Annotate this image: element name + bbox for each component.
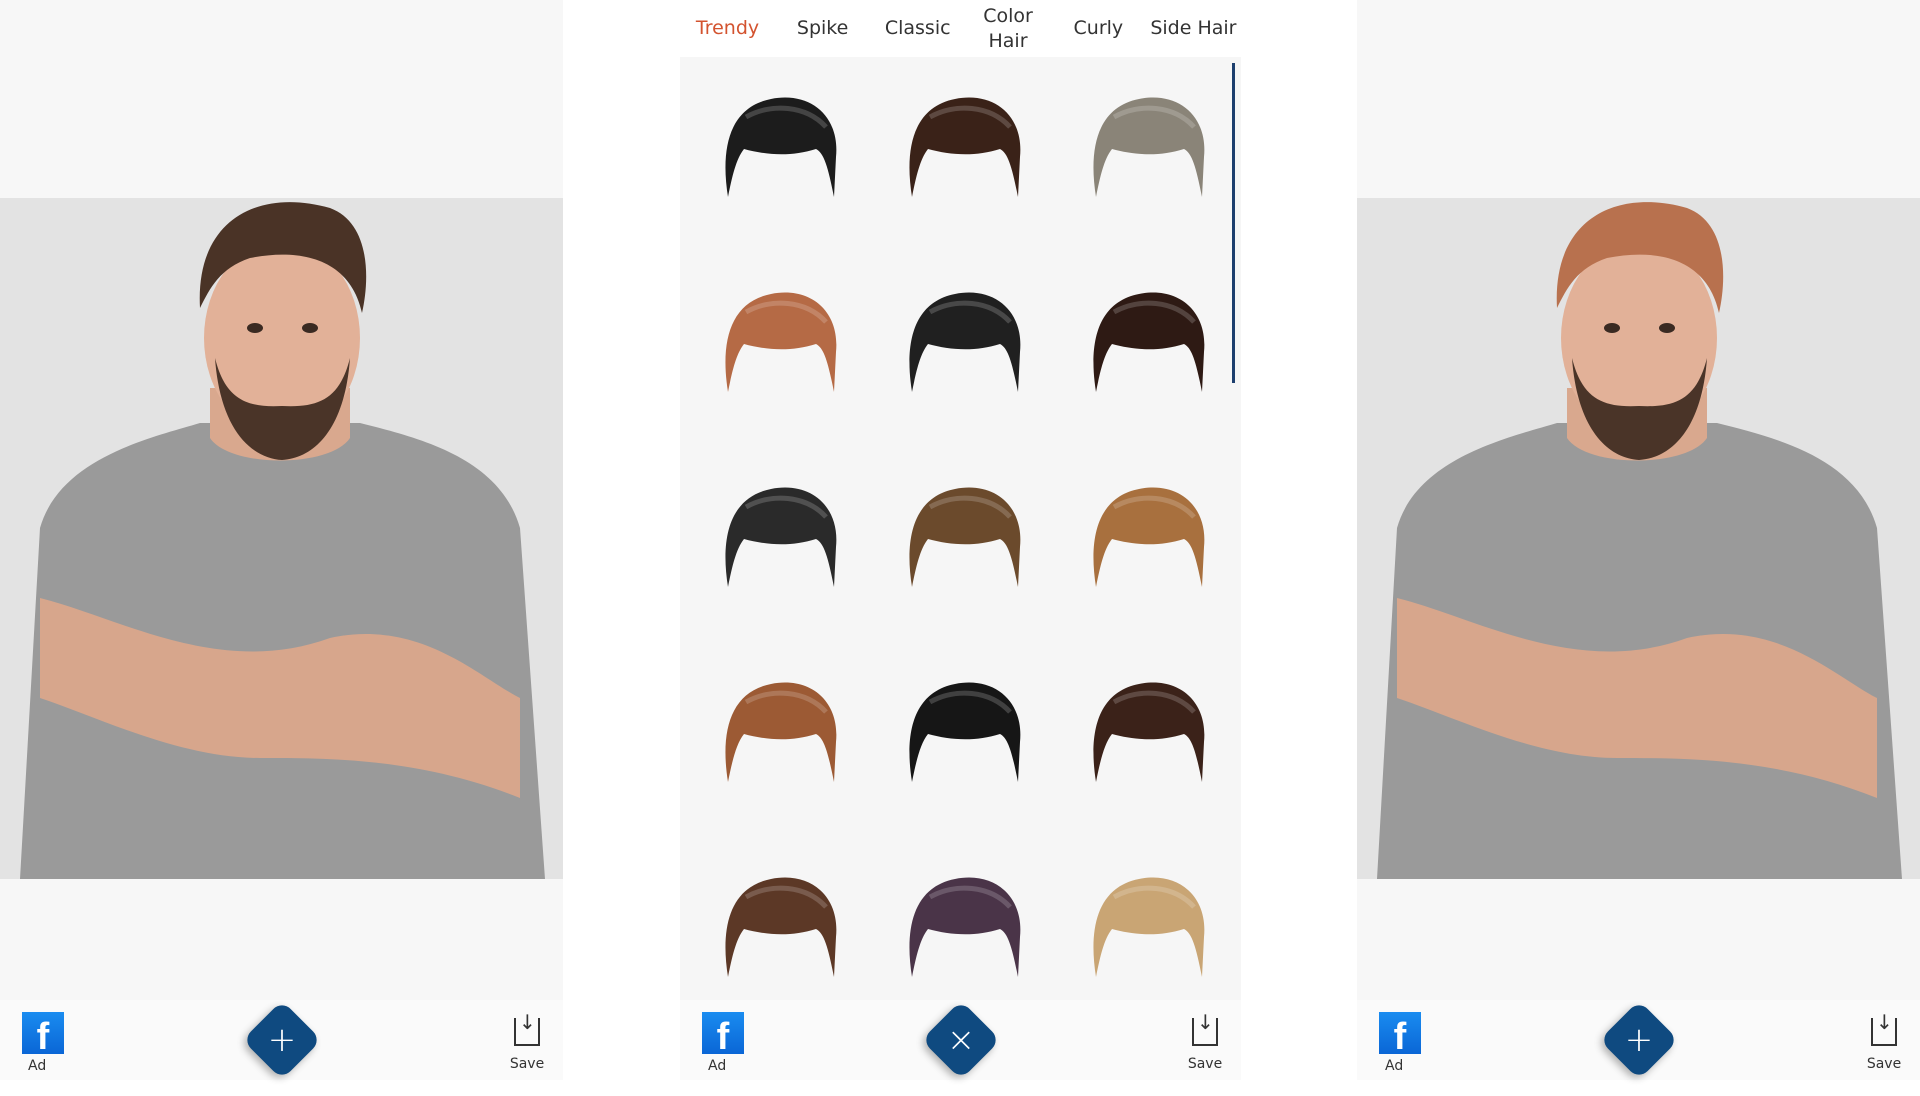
hairstyle-thumbnail [725, 487, 837, 587]
hairstyle-thumbnail [1093, 682, 1205, 782]
hairstyle-option[interactable] [716, 867, 846, 987]
before-panel: f Ad + Save [0, 0, 563, 1080]
hairstyle-thumbnail [909, 877, 1021, 977]
facebook-icon[interactable]: f [1379, 1012, 1421, 1054]
hairstyle-thumbnail [725, 97, 837, 197]
hairstyle-grid [680, 57, 1241, 1000]
plus-icon: + [267, 1020, 296, 1060]
tab-color-hair[interactable]: Color Hair [965, 4, 1051, 54]
hairstyle-option[interactable] [716, 282, 846, 402]
save-button[interactable]: Save [1864, 1010, 1904, 1072]
plus-icon: + [1624, 1020, 1653, 1060]
hairstyle-option[interactable] [1084, 477, 1214, 597]
hairstyle-option[interactable] [900, 87, 1030, 207]
hairstyle-thumbnail [909, 97, 1021, 197]
scrollbar[interactable] [1232, 63, 1235, 383]
download-icon [514, 1010, 540, 1046]
hairstyle-thumbnail [1093, 97, 1205, 197]
bottom-bar: f Ad + Save [0, 1000, 563, 1080]
tab-trendy[interactable]: Trendy [680, 16, 775, 41]
hairstyle-thumbnail [725, 877, 837, 977]
hairstyle-thumbnail [725, 292, 837, 392]
close-button[interactable]: × [920, 1000, 1001, 1080]
hairstyle-option[interactable] [1084, 282, 1214, 402]
hairstyle-option[interactable] [716, 87, 846, 207]
hairstyle-option[interactable] [716, 672, 846, 792]
hairstyle-thumbnail [909, 682, 1021, 782]
after-panel: f Ad + Save [1357, 0, 1920, 1080]
bottom-bar: f Ad + Save [1357, 1000, 1920, 1080]
ad-label: Ad [1385, 1058, 1404, 1074]
hairstyle-option[interactable] [900, 477, 1030, 597]
hairstyle-thumbnail [909, 487, 1021, 587]
add-button[interactable]: + [241, 1000, 322, 1080]
hairstyle-option[interactable] [900, 867, 1030, 987]
hairstyle-option[interactable] [1084, 87, 1214, 207]
hairstyle-thumbnail [1093, 487, 1205, 587]
hairstyle-option[interactable] [716, 477, 846, 597]
hairstyle-thumbnail [1093, 292, 1205, 392]
hairstyle-thumbnail [909, 292, 1021, 392]
original-photo [0, 198, 563, 879]
hairstyle-option[interactable] [1084, 867, 1214, 987]
facebook-icon[interactable]: f [702, 1012, 744, 1054]
hairstyle-thumbnail [725, 682, 837, 782]
hairstyle-picker-panel: Trendy Spike Classic Color Hair Curly Side Ha… [680, 0, 1241, 1080]
add-button[interactable]: + [1598, 1000, 1679, 1080]
tab-side-hair[interactable]: Side Hair [1146, 16, 1241, 41]
save-button[interactable]: Save [1185, 1010, 1225, 1072]
tab-curly[interactable]: Curly [1051, 16, 1146, 41]
ad-label: Ad [708, 1058, 727, 1074]
bottom-bar: f Ad × Save [680, 1000, 1241, 1080]
tab-classic[interactable]: Classic [870, 16, 965, 41]
ad-label: Ad [28, 1058, 47, 1074]
hairstyle-thumbnail [1093, 877, 1205, 977]
download-icon [1871, 1010, 1897, 1046]
category-tabs: Trendy Spike Classic Color Hair Curly Side Ha… [680, 0, 1241, 57]
hairstyle-option[interactable] [1084, 672, 1214, 792]
close-icon: × [946, 1020, 975, 1060]
person-image [1377, 202, 1902, 879]
save-button[interactable]: Save [507, 1010, 547, 1072]
download-icon [1192, 1010, 1218, 1046]
hairstyle-option[interactable] [900, 672, 1030, 792]
hairstyle-option[interactable] [900, 282, 1030, 402]
tab-spike[interactable]: Spike [775, 16, 870, 41]
facebook-icon[interactable]: f [22, 1012, 64, 1054]
person-image [20, 202, 545, 879]
edited-photo [1357, 198, 1920, 879]
